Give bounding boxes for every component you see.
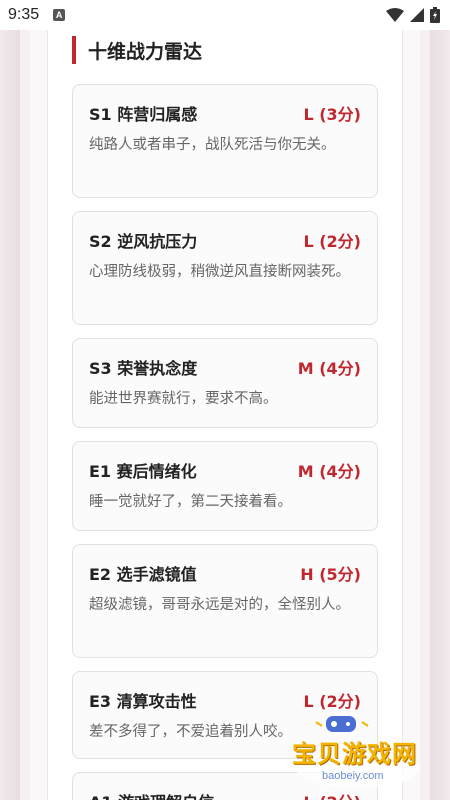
wifi-icon: [386, 8, 404, 22]
background-strip-left: [0, 30, 20, 800]
notification-icon: A: [53, 9, 66, 21]
radar-item-e2: E2 选手滤镜值 H (5分) 超级滤镜，哥哥永远是对的，全怪别人。: [72, 544, 378, 658]
item-level: L (2分): [303, 692, 361, 711]
item-name: S3 荣誉执念度: [89, 359, 198, 378]
radar-item-s3: S3 荣誉执念度 M (4分) 能进世界赛就行，要求不高。: [72, 338, 378, 428]
item-name: E2 选手滤镜值: [89, 565, 197, 584]
item-name: E3 清算攻击性: [89, 692, 197, 711]
item-desc: 纯路人或者串子，战队死活与你无关。: [89, 137, 336, 153]
section-title: 十维战力雷达: [88, 40, 203, 63]
status-icons: [386, 7, 440, 23]
watermark-url: baobeiy.com: [322, 770, 384, 782]
radar-item-e1: E1 赛后情绪化 M (4分) 睡一觉就好了，第二天接着看。: [72, 441, 378, 531]
item-desc: 能进世界赛就行，要求不高。: [89, 391, 278, 407]
item-level: M (4分): [297, 462, 361, 481]
item-desc: 睡一觉就好了，第二天接着看。: [89, 494, 292, 510]
item-desc: 心理防线极弱，稍微逆风直接断网装死。: [89, 264, 350, 280]
radar-item-s1: S1 阵营归属感 L (3分) 纯路人或者串子，战队死活与你无关。: [72, 84, 378, 198]
site-watermark: 宝贝游戏网 baobeiy.com: [280, 710, 430, 792]
item-desc: 超级滤镜，哥哥永远是对的，全怪别人。: [89, 597, 350, 613]
item-name: A1 游戏理解自信: [89, 789, 214, 800]
item-level: L (2分): [303, 232, 361, 251]
cell-signal-icon: [410, 8, 424, 22]
status-bar: 9:35 A: [0, 0, 450, 30]
section-accent-bar: [72, 36, 76, 64]
item-name: S1 阵营归属感: [89, 105, 198, 124]
status-time: 9:35: [8, 6, 40, 23]
item-level: M (4分): [297, 359, 361, 378]
item-level: L (3分): [303, 105, 361, 124]
background-strip-right: [430, 30, 450, 800]
watermark-text: 宝贝游戏网: [292, 740, 417, 768]
radar-item-s2: S2 逆风抗压力 L (2分) 心理防线极弱，稍微逆风直接断网装死。: [72, 211, 378, 325]
section-header: 十维战力雷达: [72, 36, 202, 64]
item-level: H (5分): [300, 565, 361, 584]
item-name: E1 赛后情绪化: [89, 462, 197, 481]
item-name: S2 逆风抗压力: [89, 232, 198, 251]
battery-icon: [430, 7, 440, 23]
